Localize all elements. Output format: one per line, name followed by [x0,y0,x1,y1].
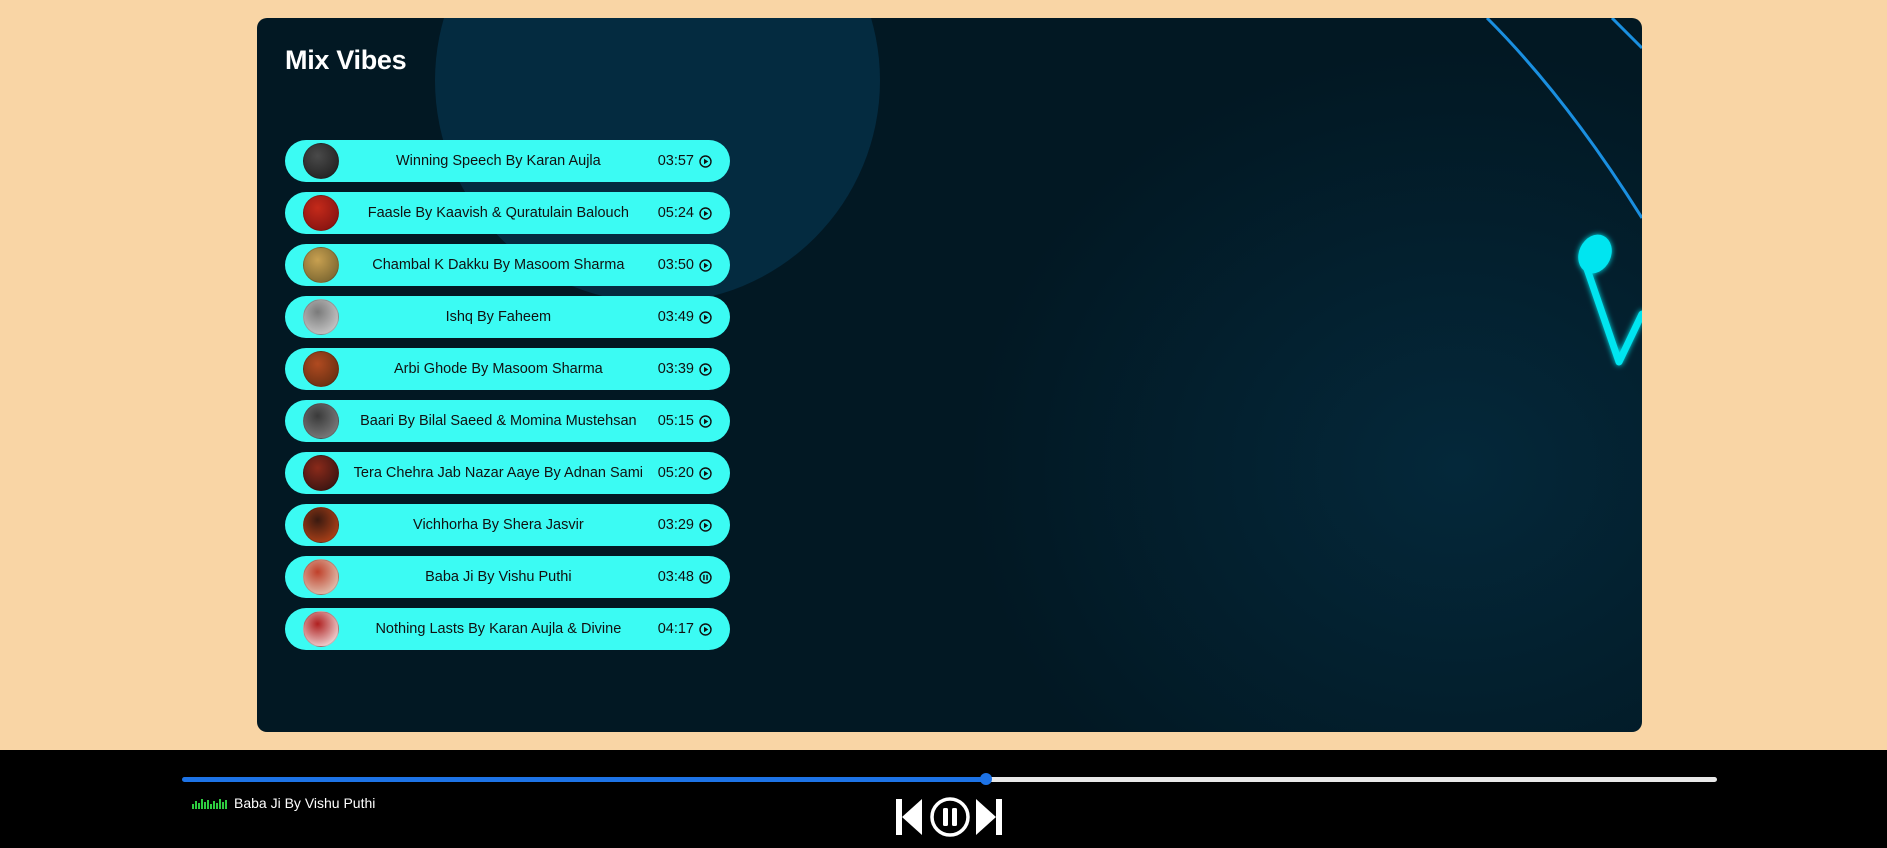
music-note-icon [1578,234,1642,366]
song-duration: 03:57 [657,153,694,169]
song-cover-image [303,195,339,231]
song-duration: 03:49 [657,309,694,325]
song-item[interactable]: Vichhorha By Shera Jasvir 03:29 [285,504,730,546]
song-duration: 05:20 [657,465,694,481]
pause-icon [930,797,970,837]
equalizer-icon [192,799,227,809]
pause-button[interactable] [929,796,971,838]
equalizer-bar [201,799,203,809]
play-icon[interactable] [698,518,712,532]
equalizer-bar [210,804,212,809]
song-list: Winning Speech By Karan Aujla 03:57 Faasle… [285,140,730,660]
song-duration: 03:39 [657,361,694,377]
play-icon[interactable] [698,154,712,168]
song-cover-image [303,299,339,335]
play-icon[interactable] [698,258,712,272]
player-bar: Baba Ji By Vishu Puthi [0,750,1887,848]
song-item[interactable]: Chambal K Dakku By Masoom Sharma 03:50 [285,244,730,286]
song-item[interactable]: Nothing Lasts By Karan Aujla & Divine 04:… [285,608,730,650]
song-title: Baari By Bilal Saeed & Momina Mustehsan [360,413,637,429]
song-item[interactable]: Winning Speech By Karan Aujla 03:57 [285,140,730,182]
previous-icon [896,799,922,835]
pause-icon[interactable] [698,570,712,584]
play-icon[interactable] [698,414,712,428]
play-icon[interactable] [698,466,712,480]
now-playing: Baba Ji By Vishu Puthi [192,795,375,811]
previous-button[interactable] [895,798,923,836]
song-cover-image [303,351,339,387]
song-item[interactable]: Baari By Bilal Saeed & Momina Mustehsan 0… [285,400,730,442]
next-icon [976,799,1002,835]
equalizer-bar [192,804,194,809]
song-title: Tera Chehra Jab Nazar Aaye By Adnan Sami [353,465,644,481]
equalizer-bar [213,801,215,809]
song-cover-image [303,455,339,491]
song-item[interactable]: Faasle By Kaavish & Quratulain Balouch 05… [285,192,730,234]
song-duration: 03:50 [657,257,694,273]
playback-controls [895,796,1003,838]
play-icon[interactable] [698,206,712,220]
play-icon[interactable] [698,310,712,324]
song-item[interactable]: Baba Ji By Vishu Puthi 03:48 [285,556,730,598]
music-panel: Mix Vibes Winning Speech By Karan Aujla 0… [257,18,1642,732]
equalizer-bar [219,799,221,809]
equalizer-bar [222,802,224,809]
equalizer-bar [207,800,209,809]
song-cover-image [303,559,339,595]
song-duration: 03:29 [657,517,694,533]
song-title: Winning Speech By Karan Aujla [395,153,601,169]
song-duration: 05:15 [657,413,694,429]
song-cover-image [303,247,339,283]
equalizer-bar [198,803,200,809]
equalizer-bar [225,800,227,809]
equalizer-bar [204,802,206,809]
song-cover-image [303,143,339,179]
song-item[interactable]: Tera Chehra Jab Nazar Aaye By Adnan Sami… [285,452,730,494]
song-item[interactable]: Arbi Ghode By Masoom Sharma 03:39 [285,348,730,390]
song-title: Faasle By Kaavish & Quratulain Balouch [367,205,629,221]
song-duration: 03:48 [657,569,694,585]
song-title: Ishq By Faheem [445,309,552,325]
song-title: Chambal K Dakku By Masoom Sharma [372,257,625,273]
progress-bar[interactable] [182,776,1717,782]
song-item[interactable]: Ishq By Faheem 03:49 [285,296,730,338]
song-title: Nothing Lasts By Karan Aujla & Divine [375,621,622,637]
song-cover-image [303,403,339,439]
song-title: Vichhorha By Shera Jasvir [413,517,584,533]
song-cover-image [303,611,339,647]
song-cover-image [303,507,339,543]
app-title: Mix Vibes [285,45,407,75]
next-button[interactable] [975,798,1003,836]
equalizer-bar [195,801,197,809]
play-icon[interactable] [698,362,712,376]
equalizer-bar [216,803,218,809]
song-duration: 04:17 [657,621,694,637]
song-title: Arbi Ghode By Masoom Sharma [393,361,603,377]
song-title: Baba Ji By Vishu Puthi [425,569,572,585]
play-icon[interactable] [698,622,712,636]
now-playing-title: Baba Ji By Vishu Puthi [234,795,376,811]
song-duration: 05:24 [657,205,694,221]
